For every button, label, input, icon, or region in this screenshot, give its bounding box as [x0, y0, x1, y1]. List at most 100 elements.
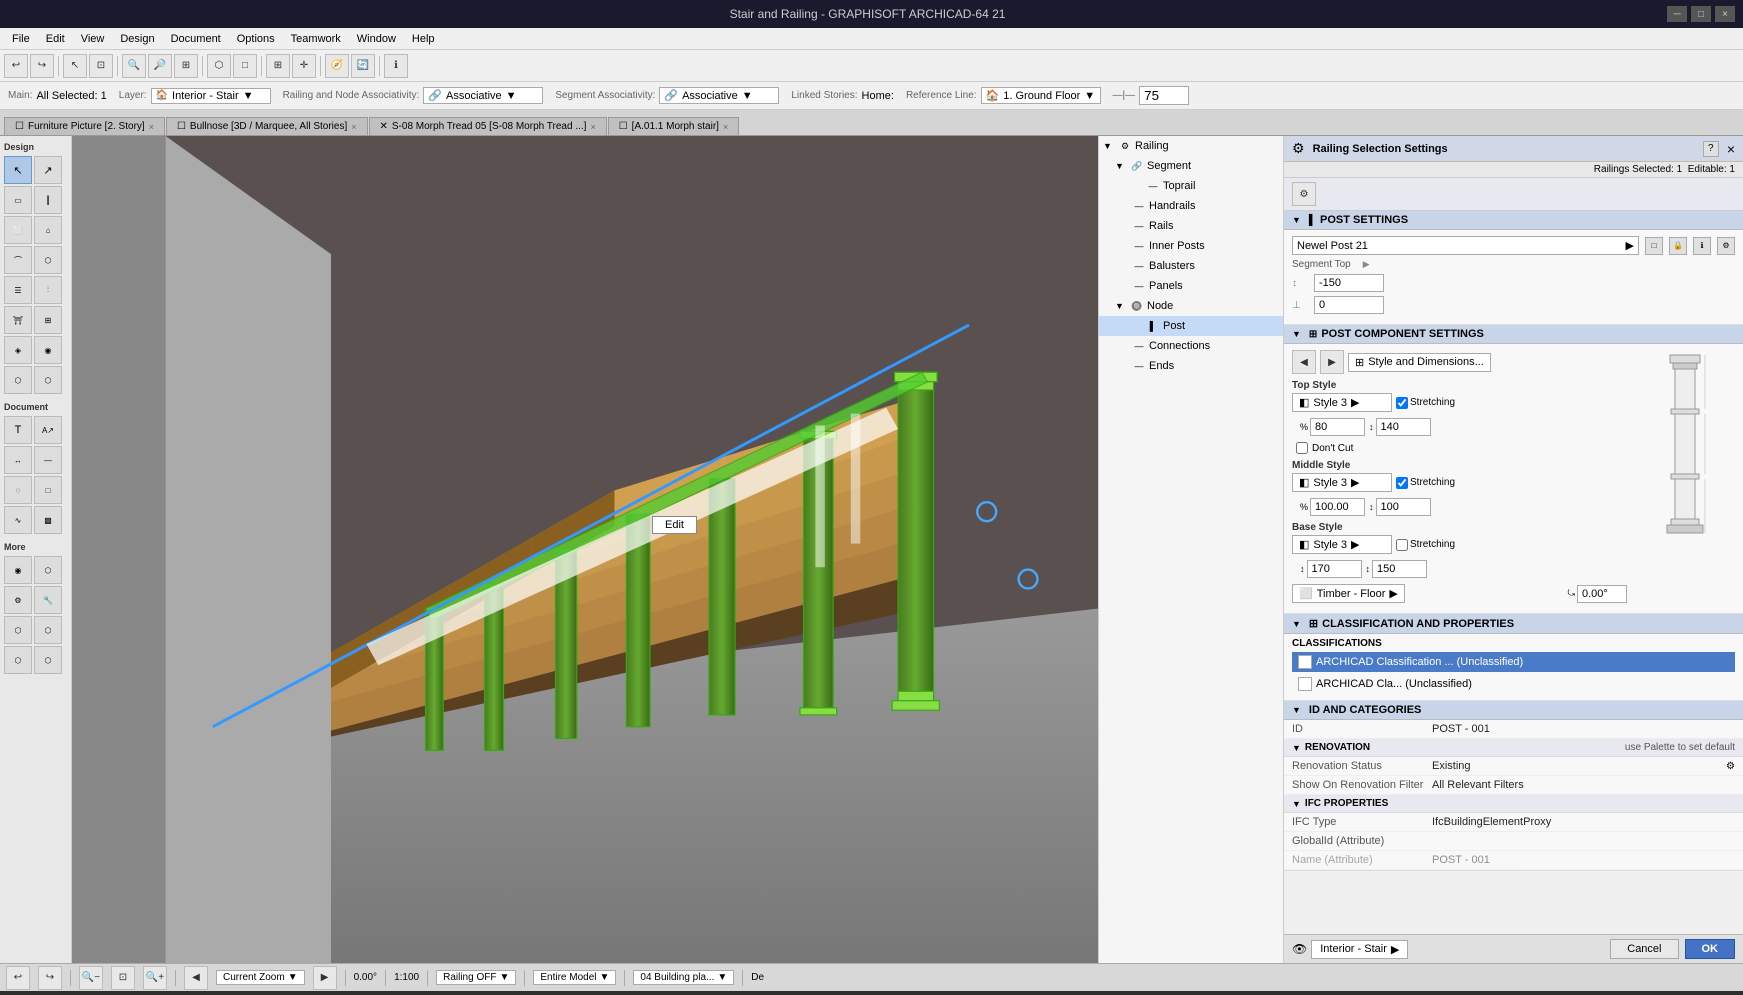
marquee-button[interactable]: ⊡ [89, 54, 113, 78]
pcs-next-btn[interactable]: ▶ [1320, 350, 1344, 374]
more-btn8[interactable]: ⬡ [34, 646, 62, 674]
more-btn1[interactable]: ◉ [4, 556, 32, 584]
menu-help[interactable]: Help [404, 31, 443, 47]
column-tool[interactable]: ┃ [34, 186, 62, 214]
layer-dropdown[interactable]: 🏠 All Selected: 1 Interior - Stair ▼ [151, 88, 271, 104]
tab-furniture-close[interactable]: × [149, 122, 154, 132]
tree-post[interactable]: ▌ Post [1099, 316, 1283, 336]
redo-button[interactable]: ↪ [30, 54, 54, 78]
ref-dropdown[interactable]: 🏠 1. Ground Floor ▼ [981, 87, 1101, 104]
top-style-dropdown[interactable]: ◧ Style 3 ▶ [1292, 393, 1392, 412]
window-controls[interactable]: ─ □ × [1667, 6, 1735, 22]
value2-input[interactable] [1314, 296, 1384, 314]
bb-zoom-fit[interactable]: ⊡ [111, 966, 135, 990]
classif-check1[interactable] [1298, 655, 1312, 669]
spline-tool[interactable]: ∿ [4, 506, 32, 534]
snap-button[interactable]: ✛ [292, 54, 316, 78]
fill-tool[interactable]: ▩ [34, 506, 62, 534]
classif-row1[interactable]: ARCHICAD Classification ... (Unclassifie… [1292, 652, 1735, 672]
grid-button[interactable]: ⊞ [266, 54, 290, 78]
newel-post-edit-btn[interactable]: □ [1645, 237, 1663, 255]
tree-node[interactable]: ▼ 🔘 Node [1099, 296, 1283, 316]
post-component-header[interactable]: ▼ ⊞ POST COMPONENT SETTINGS [1284, 325, 1743, 344]
tree-railing[interactable]: ▼ ⚙ Railing [1099, 136, 1283, 156]
node-expand-icon[interactable]: ▼ [1115, 301, 1127, 311]
3d-view-button[interactable]: ⬡ [207, 54, 231, 78]
roof-tool[interactable]: ⌂ [34, 216, 62, 244]
text-tool[interactable]: T [4, 416, 32, 444]
entire-model-dropdown[interactable]: Entire Model ▼ [533, 970, 616, 985]
fit-window-button[interactable]: ⊞ [174, 54, 198, 78]
ifc-header[interactable]: ▼ IFC PROPERTIES [1284, 795, 1743, 813]
menu-view[interactable]: View [73, 31, 113, 47]
renovation-header[interactable]: ▼ RENOVATION use Palette to set default [1284, 739, 1743, 757]
bb-redo-btn[interactable]: ↪ [38, 966, 62, 990]
object-tool[interactable]: ◈ [4, 336, 32, 364]
bb-zoom-plus[interactable]: 🔍+ [143, 966, 167, 990]
more-btn5[interactable]: ⬡ [4, 616, 32, 644]
zoom-in-button[interactable]: 🔍 [122, 54, 146, 78]
newel-post-info-btn[interactable]: ℹ [1693, 237, 1711, 255]
pointer-tool[interactable]: ↗ [34, 156, 62, 184]
current-zoom-dropdown[interactable]: Current Zoom ▼ [216, 970, 305, 985]
rotation-input[interactable] [1577, 585, 1627, 603]
arc-tool[interactable]: ◌ [4, 476, 32, 504]
zoom-out-button[interactable]: 🔎 [148, 54, 172, 78]
more-btn4[interactable]: 🔧 [34, 586, 62, 614]
curtain-tool[interactable]: ⬡ [34, 366, 62, 394]
id-categories-header[interactable]: ▼ ID AND CATEGORIES [1284, 701, 1743, 720]
more-btn3[interactable]: ⚙ [4, 586, 32, 614]
bb-zoom-minus[interactable]: 🔍− [79, 966, 103, 990]
undo-button[interactable]: ↩ [4, 54, 28, 78]
base-style-dropdown[interactable]: ◧ Style 3 ▶ [1292, 535, 1392, 554]
slab-tool[interactable]: ⬜ [4, 216, 32, 244]
classification-header[interactable]: ▼ ⊞ CLASSIFICATION AND PROPERTIES [1284, 614, 1743, 634]
renov-settings-icon[interactable]: ⚙ [1726, 761, 1735, 772]
menu-window[interactable]: Window [349, 31, 404, 47]
tree-connections[interactable]: — Connections [1099, 336, 1283, 356]
door-tool[interactable]: ⛩ [4, 306, 32, 334]
top-val1-input[interactable] [1310, 418, 1365, 436]
menu-document[interactable]: Document [163, 31, 229, 47]
tree-toprail[interactable]: — Toprail [1099, 176, 1283, 196]
more-btn6[interactable]: ⬡ [34, 616, 62, 644]
morph-tool[interactable]: ⬡ [34, 246, 62, 274]
window-tool[interactable]: ⊞ [34, 306, 62, 334]
poly-tool[interactable]: □ [34, 476, 62, 504]
railing-off-dropdown[interactable]: Railing OFF ▼ [436, 970, 516, 985]
viewport[interactable]: Edit [72, 136, 1098, 963]
select-tool[interactable]: ↖ [4, 156, 32, 184]
seg-assoc-dropdown[interactable]: 🔗 Associative ▼ [659, 87, 779, 104]
maximize-button[interactable]: □ [1691, 6, 1711, 22]
newel-post-dropdown[interactable]: Newel Post 21 ▶ [1292, 236, 1639, 255]
style-dimensions-dropdown[interactable]: ⊞ Style and Dimensions... [1348, 353, 1491, 372]
interior-stair-dropdown[interactable]: Interior - Stair ▶ [1311, 940, 1408, 959]
dim-tool[interactable]: ↔ [4, 446, 32, 474]
tab-morph-close[interactable]: × [590, 122, 595, 132]
newel-post-settings-btn[interactable]: ⚙ [1717, 237, 1735, 255]
post-settings-header[interactable]: ▼ ▌ POST SETTINGS [1284, 211, 1743, 230]
tab-bullnose-close[interactable]: × [351, 122, 356, 132]
bb-undo-btn[interactable]: ↩ [6, 966, 30, 990]
base-stretching-check[interactable] [1396, 539, 1408, 551]
dialog-close-button[interactable]: × [1727, 141, 1735, 157]
newel-post-lock-btn[interactable]: 🔒 [1669, 237, 1687, 255]
dont-cut-check[interactable] [1296, 442, 1308, 454]
element-info-button[interactable]: ℹ [384, 54, 408, 78]
stair-tool[interactable]: ☰ [4, 276, 32, 304]
top-stretching-check[interactable] [1396, 397, 1408, 409]
floor-plan-button[interactable]: □ [233, 54, 257, 78]
more-btn7[interactable]: ⬡ [4, 646, 32, 674]
tab-bullnose[interactable]: ☐ Bullnose [3D / Marquee, All Stories] × [166, 117, 368, 135]
panel-icon-btn1[interactable]: ⚙ [1292, 182, 1316, 206]
base-val2-input[interactable] [1372, 560, 1427, 578]
material-dropdown[interactable]: ⬜ Timber - Floor ▶ [1292, 584, 1405, 603]
bb-nav-prev[interactable]: ◀ [184, 966, 208, 990]
railing-expand-icon[interactable]: ▼ [1103, 141, 1115, 151]
cancel-button[interactable]: Cancel [1610, 939, 1678, 959]
lamp-tool[interactable]: ◉ [34, 336, 62, 364]
value1-input[interactable] [1314, 274, 1384, 292]
tree-segment[interactable]: ▼ 🔗 Segment [1099, 156, 1283, 176]
menu-teamwork[interactable]: Teamwork [283, 31, 349, 47]
tree-ends[interactable]: — Ends [1099, 356, 1283, 376]
